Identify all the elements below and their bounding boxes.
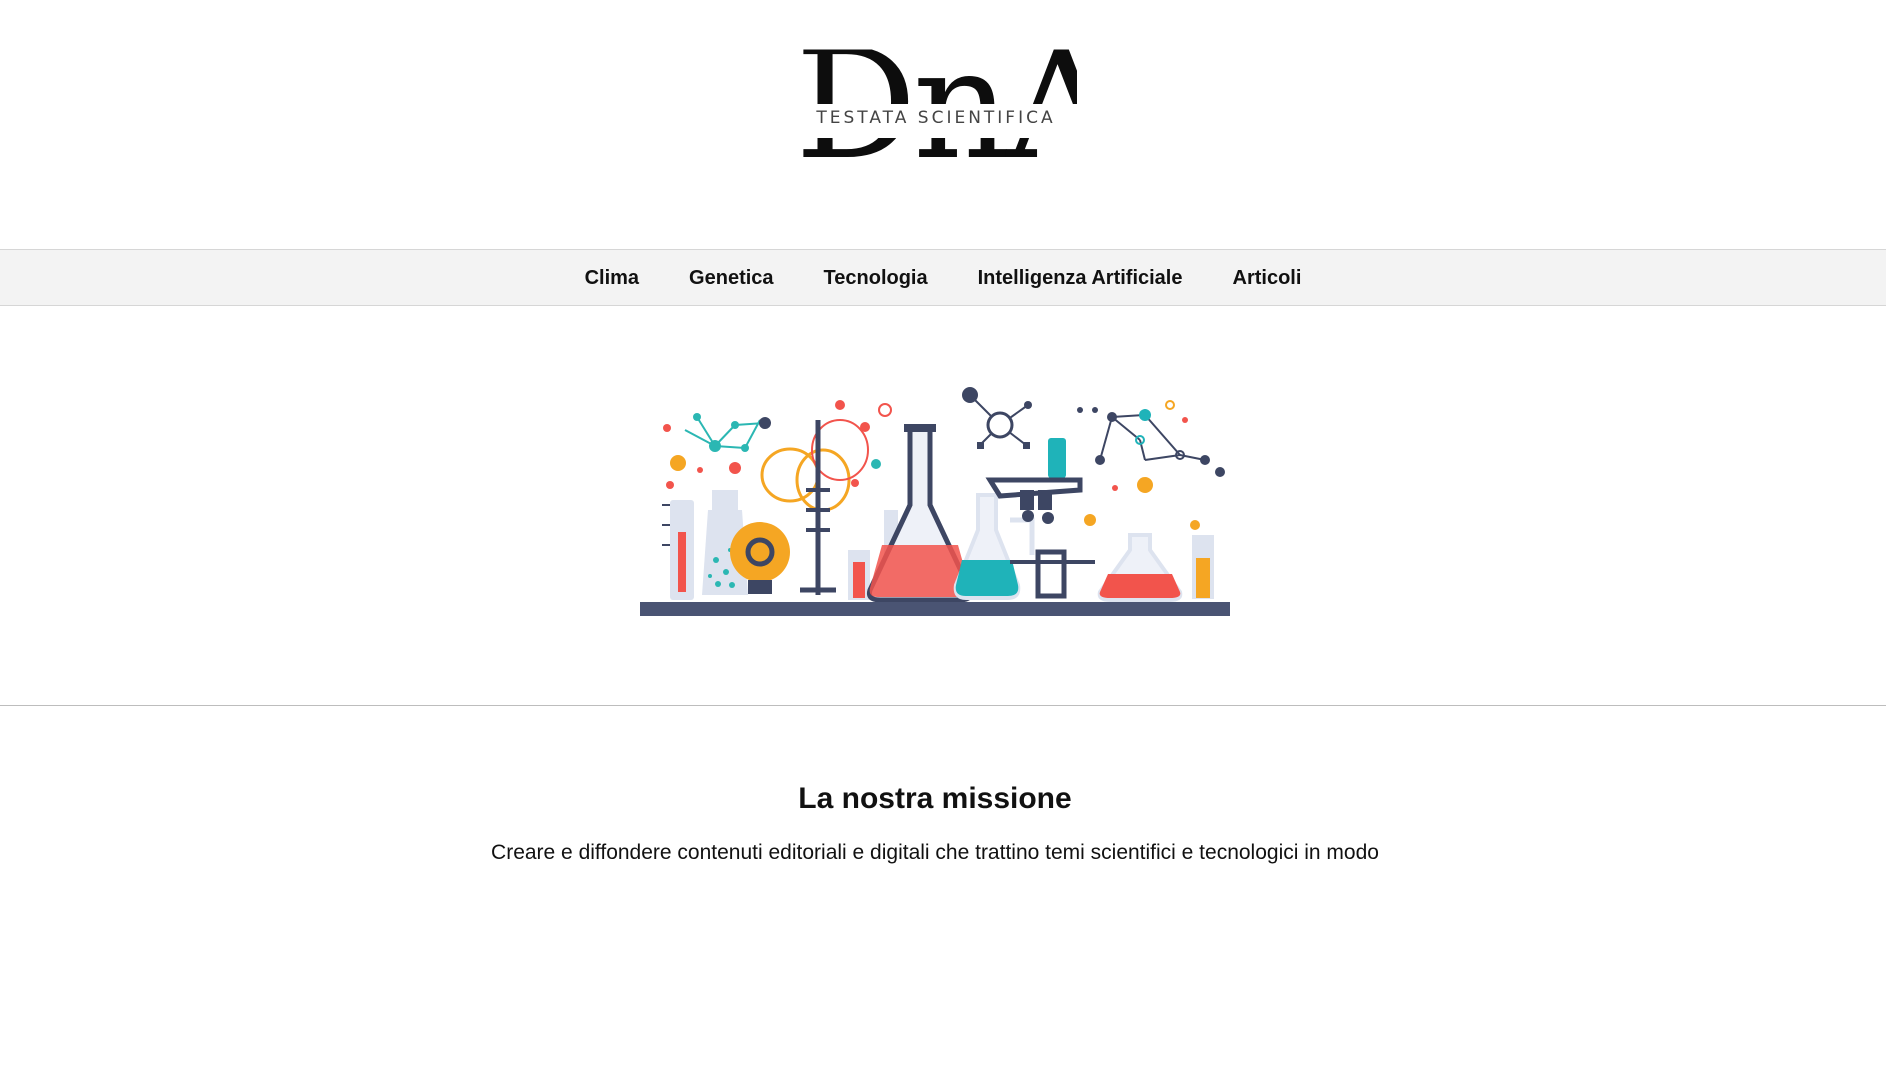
nav-list: Clima Genetica Tecnologia Intelligenza A… <box>0 250 1886 307</box>
nav-item-clima[interactable]: Clima <box>560 267 664 289</box>
nav-item-genetica[interactable]: Genetica <box>664 267 798 289</box>
nav-item-intelligenza-artificiale[interactable]: Intelligenza Artificiale <box>953 267 1208 289</box>
logo-tagline: TESTATA SCIENTIFICA <box>816 108 1056 128</box>
mission-text: Creare e diffondere contenuti editoriali… <box>491 842 1379 864</box>
nav-item-articoli[interactable]: Articoli <box>1208 267 1327 289</box>
site-header: DnA TESTATA SCIENTIFICA <box>0 0 1886 249</box>
molecule-network-left-icon <box>684 416 766 449</box>
hero-lab-illustration <box>640 387 1230 616</box>
section-divider <box>0 705 1886 706</box>
site-logo[interactable]: DnA TESTATA SCIENTIFICA <box>795 50 1077 182</box>
nav-item-tecnologia[interactable]: Tecnologia <box>799 267 953 289</box>
mission-text-container: Creare e diffondere contenuti editoriali… <box>0 842 1870 864</box>
mission-title: La nostra missione <box>798 782 1072 815</box>
molecule-network-right-icon <box>1099 414 1206 461</box>
main-navigation: Clima Genetica Tecnologia Intelligenza A… <box>0 249 1886 306</box>
